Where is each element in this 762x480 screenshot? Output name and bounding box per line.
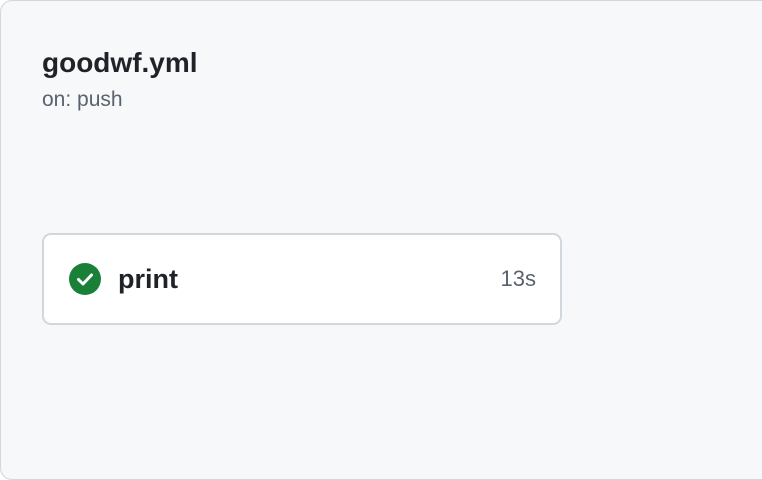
- workflow-header: goodwf.yml on: push: [42, 45, 198, 113]
- workflow-trigger: on: push: [42, 88, 123, 111]
- job-duration: 13s: [500, 266, 536, 291]
- workflow-graph-panel: goodwf.yml on: push print 13s: [0, 0, 762, 480]
- job-card-print[interactable]: print 13s: [42, 233, 562, 325]
- job-name: print: [118, 263, 178, 294]
- check-circle-fill-icon: [69, 263, 101, 295]
- workflow-title: goodwf.yml: [42, 47, 198, 78]
